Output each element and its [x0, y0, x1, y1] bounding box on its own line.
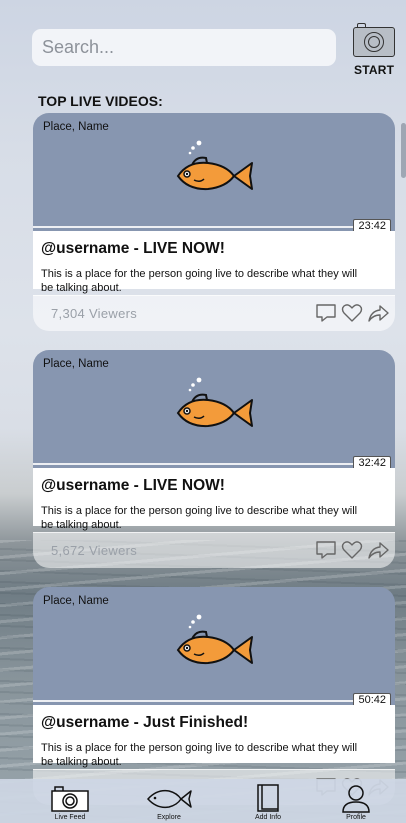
- video-description: This is a place for the person going liv…: [41, 505, 358, 531]
- heart-icon[interactable]: [341, 540, 363, 560]
- video-progress-bar[interactable]: [33, 463, 357, 465]
- viewer-count: 5,672 Viewers: [51, 543, 138, 558]
- nav-label: Add Info: [254, 814, 282, 821]
- section-title: TOP LIVE VIDEOS:: [38, 93, 163, 109]
- video-headline[interactable]: @username - Just Finished!: [41, 714, 248, 732]
- video-description: This is a place for the person going liv…: [41, 268, 358, 294]
- video-card[interactable]: Place, Name 50:42 @username - Just Finis…: [33, 587, 395, 805]
- video-thumbnail[interactable]: Place, Name 32:42: [33, 350, 395, 471]
- video-headline[interactable]: @username - LIVE NOW!: [41, 477, 225, 495]
- video-info: @username - Just Finished! This is a pla…: [33, 705, 395, 768]
- video-footer: 5,672 Viewers: [33, 532, 395, 568]
- search-bar[interactable]: [32, 29, 336, 66]
- video-place: Place, Name: [43, 595, 109, 607]
- video-progress-bar[interactable]: [33, 226, 357, 228]
- bottom-nav: Live Feed Explore Add Info Profile: [0, 779, 406, 823]
- video-info: @username - LIVE NOW! This is a place fo…: [33, 468, 395, 531]
- comment-icon[interactable]: [315, 303, 337, 323]
- video-headline[interactable]: @username - LIVE NOW!: [41, 240, 225, 258]
- camera-icon: [364, 32, 384, 52]
- video-card[interactable]: Place, Name 23:42 @username - LIVE NOW! …: [33, 113, 395, 331]
- video-description: This is a place for the person going liv…: [41, 742, 358, 768]
- comment-icon[interactable]: [315, 540, 337, 560]
- start-label[interactable]: START: [354, 63, 394, 77]
- nav-label: Live Feed: [54, 814, 86, 821]
- fish-icon: [176, 140, 253, 191]
- nav-live-feed[interactable]: Live Feed: [50, 783, 90, 821]
- nav-profile[interactable]: Profile: [338, 783, 374, 821]
- person-icon: [342, 785, 370, 813]
- video-actions: [315, 303, 389, 323]
- fish-icon: [146, 789, 192, 809]
- fish-icon: [176, 377, 253, 428]
- nav-label: Profile: [346, 814, 366, 821]
- video-thumbnail[interactable]: Place, Name 23:42: [33, 113, 395, 234]
- fish-icon: [176, 614, 253, 665]
- video-footer: 7,304 Viewers: [33, 295, 395, 331]
- video-actions: [315, 540, 389, 560]
- scrollbar[interactable]: [401, 123, 406, 178]
- video-place: Place, Name: [43, 358, 109, 370]
- nav-label: Explore: [157, 814, 181, 821]
- nav-add-info[interactable]: Add Info: [250, 783, 286, 821]
- heart-icon[interactable]: [341, 303, 363, 323]
- video-info: @username - LIVE NOW! This is a place fo…: [33, 231, 395, 294]
- start-live-button[interactable]: [353, 23, 395, 57]
- camera-icon-top: [357, 23, 366, 28]
- video-thumbnail[interactable]: Place, Name 50:42: [33, 587, 395, 708]
- share-icon[interactable]: [367, 540, 389, 560]
- camera-icon: [51, 786, 89, 812]
- nav-explore[interactable]: Explore: [145, 783, 193, 821]
- video-progress-bar[interactable]: [33, 700, 357, 702]
- video-place: Place, Name: [43, 121, 109, 133]
- viewer-count: 7,304 Viewers: [51, 306, 138, 321]
- search-input[interactable]: [42, 37, 336, 58]
- share-icon[interactable]: [367, 303, 389, 323]
- video-card[interactable]: Place, Name 32:42 @username - LIVE NOW! …: [33, 350, 395, 568]
- pages-icon: [257, 784, 279, 812]
